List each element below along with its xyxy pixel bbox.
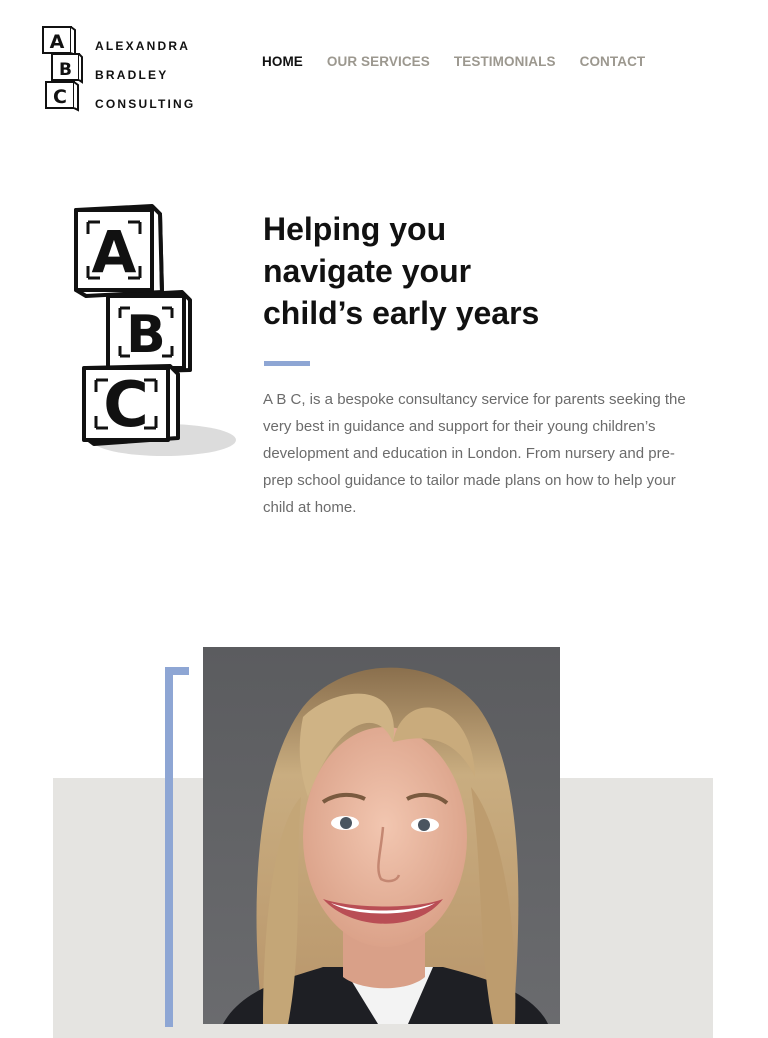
abc-blocks-illustration: A B C — [74, 204, 236, 456]
brand-line-2: BRADLEY — [95, 68, 169, 82]
svg-text:A: A — [92, 218, 137, 286]
svg-text:B: B — [59, 60, 72, 80]
svg-text:A: A — [50, 31, 65, 53]
hero-title-line-3: child’s early years — [263, 295, 540, 331]
brand-line-1: ALEXANDRA — [95, 39, 191, 53]
hero-description: A B C, is a bespoke consultancy service … — [263, 391, 686, 516]
brand-line-3: CONSULTING — [95, 97, 196, 111]
hero-title: Helping you navigate your child’s early … — [263, 208, 643, 334]
portrait-frame-accent-top — [165, 667, 189, 675]
hero-title-line-1: Helping you — [263, 211, 447, 247]
main-nav: HOME OUR SERVICES TESTIMONIALS CONTACT — [262, 54, 669, 69]
svg-text:C: C — [53, 86, 67, 108]
site-logo[interactable]: A B C ALEXANDRA BRADLEY CONSULTING — [40, 24, 195, 119]
abc-blocks-logo-icon: A B C — [42, 26, 83, 112]
accent-divider — [264, 361, 310, 366]
hero-title-line-2: navigate your — [263, 253, 472, 289]
portrait-frame-accent — [165, 667, 173, 1027]
svg-text:B: B — [126, 305, 166, 365]
nav-home-link[interactable]: HOME — [262, 54, 303, 69]
brand-name: ALEXANDRA BRADLEY CONSULTING — [95, 32, 195, 119]
svg-text:C: C — [103, 368, 149, 441]
nav-testimonials-link[interactable]: TESTIMONIALS — [454, 54, 556, 69]
nav-our-services-link[interactable]: OUR SERVICES — [327, 54, 430, 69]
nav-contact-link[interactable]: CONTACT — [580, 54, 646, 69]
consultant-portrait-photo — [203, 647, 560, 1024]
